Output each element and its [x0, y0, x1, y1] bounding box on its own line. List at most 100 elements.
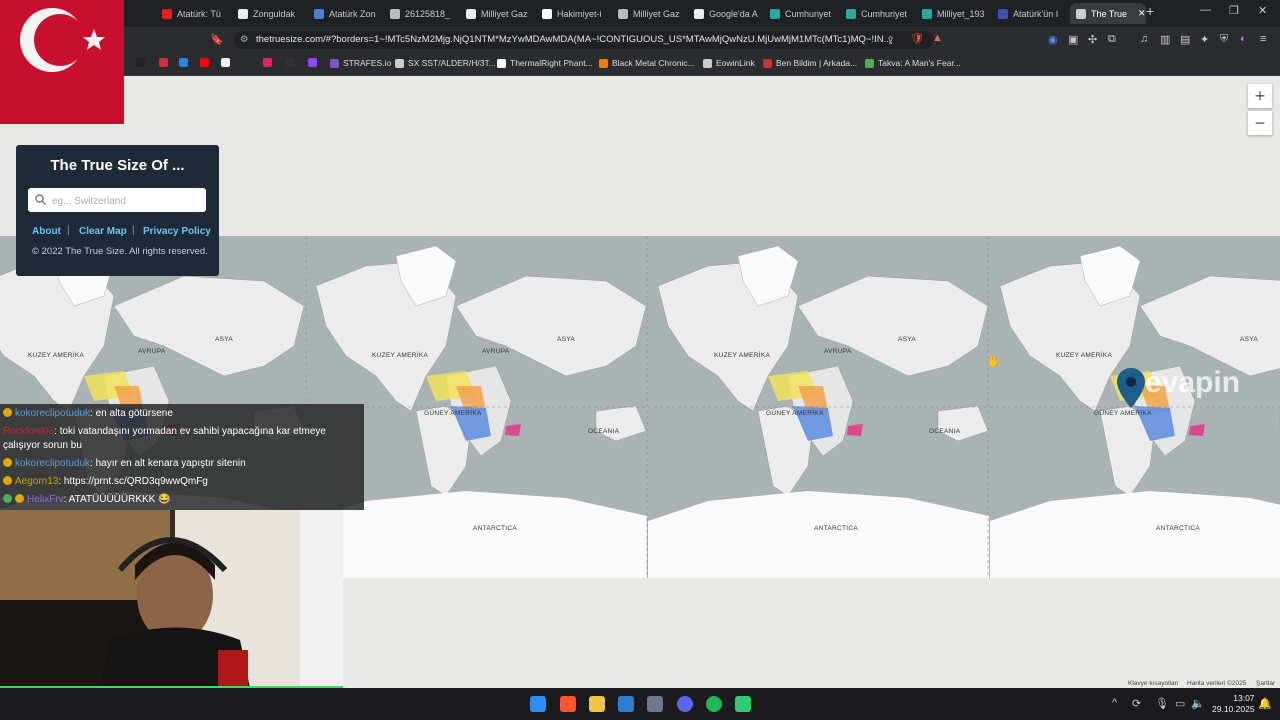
- extension-icon[interactable]: ▣: [1068, 33, 1078, 46]
- bookmark-item[interactable]: [179, 58, 188, 67]
- chat-line: kokoreclipotuduk: en alta götürsene: [3, 408, 173, 419]
- keyboard-shortcuts-link[interactable]: Klavye kısayolları: [1128, 680, 1179, 687]
- bookmark-item[interactable]: Ben Bildim | Arkada...: [763, 58, 857, 68]
- network-icon[interactable]: ▭: [1175, 697, 1185, 710]
- volume-icon[interactable]: 🔈: [1191, 697, 1205, 710]
- map-data-attribution: Harita verileri ©2025: [1187, 680, 1247, 687]
- stream-chat-overlay: kokoreclipotuduk: en alta götürsene Rock…: [0, 404, 364, 510]
- search-input[interactable]: [50, 192, 204, 210]
- brave-shield-icon[interactable]: 🛡: [910, 32, 924, 45]
- bookmark-favicon-icon: [763, 58, 772, 68]
- browser-tab[interactable]: 26125818_: [390, 3, 458, 24]
- bookmark-favicon-icon: [599, 58, 608, 68]
- tab-favicon-icon: [618, 8, 628, 19]
- tab-label: Zonguldak: [253, 8, 296, 19]
- browser-tab[interactable]: The True ✕: [1070, 3, 1146, 24]
- bookmark-item[interactable]: EowinLink: [703, 58, 755, 68]
- bookmark-item[interactable]: SX SST/ALDER/H/3T...: [395, 58, 496, 68]
- bookmark-item[interactable]: [286, 58, 295, 67]
- browser-tab[interactable]: Milliyet Gaz: [618, 3, 686, 24]
- bookmark-item[interactable]: [263, 58, 272, 67]
- privacy-policy-link[interactable]: Privacy Policy: [143, 226, 211, 237]
- bookmark-favicon-icon: [497, 58, 506, 68]
- settings-app-icon[interactable]: [647, 696, 663, 712]
- bookmark-item[interactable]: Black Metal Chronic...: [599, 58, 695, 68]
- sync-icon[interactable]: ⟳: [1132, 697, 1141, 710]
- file-explorer-icon[interactable]: [589, 696, 605, 712]
- notifications-icon[interactable]: 🔔: [1258, 697, 1272, 710]
- webcam-image: [0, 510, 343, 688]
- terms-link[interactable]: Şartlar: [1256, 680, 1275, 687]
- bookmark-icon[interactable]: 🔖: [210, 33, 224, 46]
- screenshot-icon[interactable]: ⧉: [1108, 33, 1116, 46]
- about-link[interactable]: About: [32, 226, 61, 237]
- chat-username: kokoreclipotuduk: [15, 458, 91, 469]
- maximize-icon[interactable]: ❐: [1229, 4, 1239, 17]
- close-tab-icon[interactable]: ✕: [1138, 8, 1146, 19]
- browser-tab[interactable]: Milliyet_193: [922, 3, 990, 24]
- zoom-out-button[interactable]: −: [1248, 111, 1272, 135]
- store-icon[interactable]: [618, 696, 634, 712]
- tab-label: Cumhuriyet: [861, 8, 908, 19]
- share-icon[interactable]: ⇪: [886, 34, 895, 47]
- browser-tab[interactable]: Cumhuriyet: [846, 3, 914, 24]
- evapin-watermark: evapin: [1145, 366, 1241, 399]
- browser-tab[interactable]: Cumhuriyet: [770, 3, 838, 24]
- read-aloud-icon[interactable]: ◉: [1048, 33, 1058, 46]
- browser-tab[interactable]: Atatürk Zon: [314, 3, 382, 24]
- start-icon[interactable]: [530, 696, 546, 712]
- bookmark-item[interactable]: STRAFES.io: [330, 58, 391, 68]
- clock[interactable]: 13:07 29.10.2025: [1212, 693, 1255, 715]
- spotify-icon[interactable]: [706, 696, 722, 712]
- map-label-antarctica-2: ANTARCTICA: [814, 525, 859, 532]
- wallet-icon[interactable]: ▤: [1180, 33, 1190, 46]
- browser-tab[interactable]: Atatürk: Tü: [162, 3, 230, 24]
- microphone-icon[interactable]: 🎙: [1155, 697, 1169, 710]
- discord-icon[interactable]: [677, 696, 693, 712]
- close-window-icon[interactable]: ✕: [1258, 4, 1267, 17]
- puzzle-icon[interactable]: ✣: [1088, 33, 1097, 46]
- bookmark-item[interactable]: [308, 58, 317, 67]
- bookmark-label: STRAFES.io: [343, 58, 392, 68]
- url-field[interactable]: ⚙ thetruesize.com/#?borders=1~!MTc5NzM2M…: [234, 31, 934, 49]
- profile-icon[interactable]: ◐: [1240, 33, 1247, 45]
- zoom-in-button[interactable]: +: [1248, 84, 1272, 108]
- new-tab-button[interactable]: +: [1146, 3, 1154, 19]
- map-label-antarctica-3: ANTARCTICA: [1156, 525, 1201, 532]
- badge-icon: [3, 494, 12, 503]
- bookmark-favicon-icon: [395, 58, 404, 68]
- sidebar-icon[interactable]: ▥: [1160, 33, 1170, 46]
- tray-chevron-icon[interactable]: ^: [1112, 697, 1117, 709]
- vpn-icon[interactable]: ⛨: [1220, 33, 1228, 46]
- copyright-text: © 2022 The True Size. All rights reserve…: [32, 246, 208, 257]
- menu-icon[interactable]: ≡: [1260, 33, 1266, 45]
- bookmark-item[interactable]: [136, 58, 145, 67]
- site-settings-icon[interactable]: ⚙: [240, 31, 249, 49]
- leo-icon[interactable]: ✦: [1200, 33, 1209, 46]
- bookmark-item[interactable]: ThermalRight Phant...: [497, 58, 593, 68]
- browser-tab[interactable]: Hakimiyet-i: [542, 3, 610, 24]
- map-pin-icon[interactable]: [1117, 368, 1145, 408]
- bookmark-item[interactable]: [221, 58, 230, 67]
- bookmark-item[interactable]: Takva: A Man's Fear...: [865, 58, 961, 68]
- tab-favicon-icon: [998, 8, 1008, 19]
- bookmark-item[interactable]: [200, 58, 209, 67]
- browser-tab[interactable]: Zonguldak: [238, 3, 306, 24]
- browser-tab[interactable]: Milliyet Gaz: [466, 3, 534, 24]
- rewards-icon[interactable]: ▲: [932, 32, 943, 44]
- country-search[interactable]: [28, 188, 206, 212]
- clock-date: 29.10.2025: [1212, 704, 1255, 714]
- minimize-icon[interactable]: —: [1200, 4, 1211, 16]
- bookmarks-bar: STRAFES.io SX SST/ALDER/H/3T... ThermalRig…: [0, 53, 1280, 76]
- bookmark-item[interactable]: [159, 58, 168, 67]
- true-size-panel: The True Size Of ... About | Clear Map |…: [16, 145, 219, 276]
- bookmark-label: SX SST/ALDER/H/3T...: [408, 58, 496, 68]
- browser-tab[interactable]: Google'da A: [694, 3, 762, 24]
- chat-username: kokoreclipotuduk: [15, 408, 91, 419]
- brave-app-icon[interactable]: [560, 696, 576, 712]
- media-icon[interactable]: ♫: [1140, 33, 1148, 45]
- browser-tab[interactable]: Atatürk'ün I: [998, 3, 1066, 24]
- chat-line: kokoreclipotuduk: hayır en alt kenara ya…: [3, 458, 246, 469]
- app-icon[interactable]: [735, 696, 751, 712]
- clear-map-link[interactable]: Clear Map: [79, 226, 127, 237]
